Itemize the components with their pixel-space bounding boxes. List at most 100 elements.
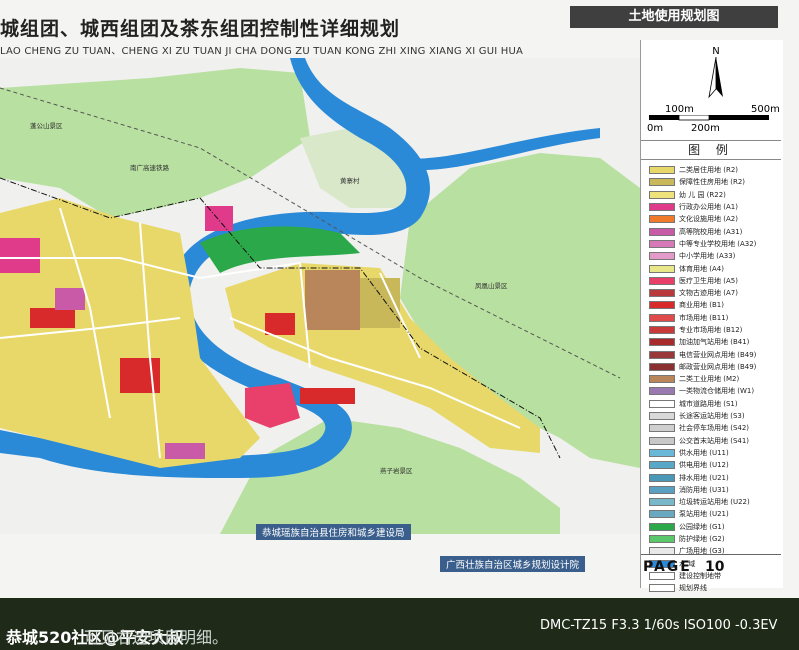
legend-item-label: 行政办公用地 (A1)	[679, 203, 738, 212]
legend-item-label: 医疗卫生用地 (A5)	[679, 276, 738, 285]
legend-swatch	[649, 264, 675, 273]
legend-item: 电信营业网点用地 (B49)	[649, 348, 781, 360]
legend-item-label: 专业市场用地 (B12)	[679, 326, 743, 334]
legend-item: 体育用地 (A4)	[649, 262, 781, 274]
legend-item: 医疗卫生用地 (A5)	[649, 275, 781, 287]
legend-item-label: 消防用地 (U31)	[679, 485, 729, 494]
legend-item-label: 二类居住用地 (R2)	[679, 166, 739, 175]
legend-item: 供电用地 (U12)	[649, 459, 781, 471]
education-block-1	[55, 288, 85, 310]
legend-item: 中小学用地 (A33)	[649, 250, 781, 262]
legend-item-label: 文化设施用地 (A2)	[679, 215, 738, 224]
legend-item-label: 二类工业用地 (M2)	[679, 375, 740, 384]
legend-item-label: 商业用地 (B1)	[679, 301, 724, 310]
legend-item: 文化设施用地 (A2)	[649, 213, 781, 225]
legend-item: 行政办公用地 (A1)	[649, 201, 781, 213]
legend-swatch	[649, 178, 675, 187]
north-label: N	[712, 46, 720, 57]
legend-swatch	[649, 375, 675, 384]
page-label: PAGE	[643, 559, 692, 575]
legend-item: 一类物流仓储用地 (W1)	[649, 385, 781, 397]
legend-swatch	[649, 448, 675, 457]
legend-item-label: 长途客运站用地 (S3)	[679, 412, 745, 421]
legend-swatch	[649, 362, 675, 371]
legend-item: 垃圾转运站用地 (U22)	[649, 496, 781, 508]
scale-label-500m: 500m	[751, 104, 780, 115]
legend-item: 幼 儿 园 (R22)	[649, 189, 781, 201]
legend-item: 公交首末站用地 (S41)	[649, 435, 781, 447]
legend-list: 二类居住用地 (R2) 保障性住房用地 (R2) 幼 儿 园 (R22) 行政办公用地…	[649, 164, 781, 594]
scale-label-200m: 200m	[691, 123, 720, 134]
legend-item: 供水用地 (U11)	[649, 447, 781, 459]
legend-item: 二类工业用地 (M2)	[649, 373, 781, 385]
legend-swatch	[649, 227, 675, 236]
legend-item-label: 加油加气站用地 (B41)	[679, 338, 750, 347]
legend-swatch	[649, 350, 675, 359]
legend-item-label: 公交首末站用地 (S41)	[679, 436, 750, 445]
legend-item: 中等专业学校用地 (A32)	[649, 238, 781, 250]
footer-org1: 恭城瑶族自治县住房和城乡建设局	[256, 524, 411, 540]
legend-item: 城市道路用地 (S1)	[649, 398, 781, 410]
legend-item: 社会停车场用地 (S42)	[649, 422, 781, 434]
legend-item-label: 社会停车场用地 (S42)	[679, 424, 750, 433]
legend-item-label: 供水用地 (U11)	[679, 448, 729, 457]
legend-swatch	[649, 239, 675, 248]
industrial-block	[305, 270, 360, 330]
education-block-2	[165, 443, 205, 459]
legend-swatch	[649, 535, 675, 544]
commercial-block-5	[300, 388, 355, 404]
legend-swatch	[649, 276, 675, 285]
legend-item-label: 排水用地 (U21)	[679, 473, 729, 482]
admin-block	[205, 206, 233, 231]
map-title-banner: 土地使用规划图	[570, 6, 778, 28]
land-use-map: 蓬公山景区 南广高速铁路 黄寨村 凤凰山景区 燕子岩景区	[0, 58, 640, 534]
legend-item-label: 城市道路用地 (S1)	[679, 399, 738, 408]
legend-item-label: 供电用地 (U12)	[679, 461, 729, 470]
legend-panel: N 100m 500m 0m 200m 图 例 二类居住用地 (R2) 保障性住房…	[640, 40, 783, 593]
legend-swatch	[649, 387, 675, 396]
legend-swatch	[649, 424, 675, 433]
legend-item-label: 中小学用地 (A33)	[679, 252, 736, 261]
legend-swatch	[649, 522, 675, 531]
commercial-block-4	[0, 238, 40, 273]
legend-item-label: 规划界线	[679, 584, 707, 593]
legend-item: 高等院校用地 (A31)	[649, 225, 781, 237]
north-arrow: N	[701, 46, 731, 107]
legend-item-label: 高等院校用地 (A31)	[679, 227, 743, 236]
legend-swatch	[649, 166, 675, 175]
footer-org2: 广西壮族自治区城乡规划设计院	[440, 556, 586, 572]
legend-item: 商业用地 (B1)	[649, 299, 781, 311]
legend-item: 邮政营业网点用地 (B49)	[649, 361, 781, 373]
legend-item: 市场用地 (B11)	[649, 312, 781, 324]
legend-item: 文物古迹用地 (A7)	[649, 287, 781, 299]
legend-item: 专业市场用地 (B12)	[649, 324, 781, 336]
legend-title: 图 例	[641, 140, 781, 160]
legend-swatch	[649, 584, 675, 593]
legend-swatch	[649, 326, 675, 334]
legend-item-label: 泵站用地 (U21)	[679, 510, 729, 519]
legend-item-label: 市场用地 (B11)	[679, 313, 729, 322]
planning-board: 城组团、城西组团及茶东组团控制性详细规划 LAO CHENG ZU TUAN、C…	[0, 0, 799, 598]
legend-item-label: 公园绿地 (G1)	[679, 522, 725, 531]
legend-item-label: 幼 儿 园 (R22)	[679, 190, 726, 199]
legend-item: 长途客运站用地 (S3)	[649, 410, 781, 422]
legend-swatch	[649, 399, 675, 408]
board-title: 城组团、城西组团及茶东组团控制性详细规划	[0, 18, 401, 40]
legend-item: 加油加气站用地 (B41)	[649, 336, 781, 348]
legend-swatch	[649, 473, 675, 482]
label-hill2: 凤凰山景区	[475, 281, 508, 290]
board-subtitle: LAO CHENG ZU TUAN、CHENG XI ZU TUAN JI CH…	[0, 46, 524, 57]
legend-swatch	[649, 190, 675, 199]
legend-swatch	[649, 461, 675, 470]
scale-bar-graphic	[649, 115, 769, 121]
legend-swatch	[649, 203, 675, 212]
scale-label-100m: 100m	[665, 104, 694, 115]
legend-item-label: 垃圾转运站用地 (U22)	[679, 498, 750, 507]
legend-item-label: 电信营业网点用地 (B49)	[679, 350, 757, 359]
legend-item: 保障性住房用地 (R2)	[649, 176, 781, 188]
legend-item-label: 文物古迹用地 (A7)	[679, 289, 738, 298]
legend-item-label: 中等专业学校用地 (A32)	[679, 239, 757, 248]
legend-swatch	[649, 313, 675, 322]
legend-swatch	[649, 289, 675, 298]
caption: 可见右边项目明细。	[84, 628, 229, 647]
